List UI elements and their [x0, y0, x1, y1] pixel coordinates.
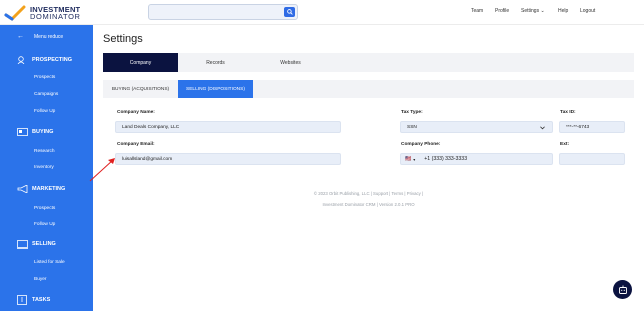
topnav-help[interactable]: Help: [558, 8, 568, 14]
sidebar-section-label: TASKS: [32, 297, 51, 303]
company-email-field[interactable]: luisallsland@gmail.com: [115, 153, 341, 165]
ext-label: Ext:: [560, 142, 570, 147]
logo[interactable]: INVESTMENT DOMINATOR: [4, 3, 81, 22]
search-button[interactable]: [284, 7, 295, 17]
tax-type-select[interactable]: SSN: [400, 121, 553, 133]
logo-icon: [4, 5, 26, 21]
buying-icon: [17, 128, 28, 136]
subtab-buying[interactable]: BUYING (ACQUISITIONS): [103, 80, 178, 98]
sidebar-section-label: MARKETING: [32, 186, 66, 192]
footer-copyright: © 2023 Orbit Publishing, LLC | Support |…: [313, 191, 424, 196]
arrow-left-icon: ←: [17, 33, 24, 40]
menu-reduce-label: Menu reduce: [34, 34, 64, 40]
sidebar-item-campaigns[interactable]: Campaigns: [0, 92, 93, 97]
sidebar-section-label: SELLING: [32, 241, 56, 247]
sidebar-section-marketing[interactable]: MARKETING: [0, 185, 93, 196]
tax-id-field[interactable]: ***-**-6743: [559, 121, 625, 133]
sidebar-section-tasks[interactable]: TASKS: [0, 295, 93, 307]
tasks-icon: [17, 295, 27, 305]
sidebar-item-research[interactable]: Research: [0, 149, 93, 154]
chevron-down-icon: [540, 125, 545, 129]
sidebar-section-selling[interactable]: SELLING: [0, 240, 93, 251]
tax-type-label: Tax Type:: [401, 110, 423, 115]
sidebar-section-label: PROSPECTING: [32, 57, 73, 63]
topnav-settings[interactable]: Settings ⌄: [521, 8, 545, 14]
ext-field[interactable]: [559, 153, 625, 165]
logo-text-line2: DOMINATOR: [30, 11, 81, 21]
sidebar-item-listed-for-sale[interactable]: Listed for Sale: [0, 260, 93, 265]
sidebar-item-inventory[interactable]: Inventory: [0, 165, 93, 170]
tab-websites[interactable]: Websites: [253, 53, 328, 72]
topnav-logout[interactable]: Logout: [580, 8, 595, 14]
sidebar-section-buying[interactable]: BUYING: [0, 128, 93, 139]
chat-button[interactable]: [613, 280, 632, 299]
sidebar-item-follow-up[interactable]: Follow Up: [0, 109, 93, 114]
tax-id-label: Tax ID:: [560, 110, 576, 115]
main-content: Settings Company Records Websites BUYING…: [89, 25, 644, 311]
tab-company[interactable]: Company: [103, 53, 178, 72]
company-phone-label: Company Phone:: [401, 142, 441, 147]
search-people-icon: [17, 56, 25, 64]
footer-version: Investment Dominator CRM | Version 2.0.1…: [322, 202, 415, 207]
subtab-selling[interactable]: SELLING (DISPOSITIONS): [178, 80, 253, 98]
sidebar-item-follow-up[interactable]: Follow Up: [0, 222, 93, 227]
country-dropdown-icon[interactable]: ▾: [413, 157, 415, 162]
company-name-field[interactable]: Land Deals Company, LLC: [115, 121, 341, 133]
company-email-label: Company Email:: [117, 142, 155, 147]
annotation-arrow: [89, 158, 115, 182]
selling-icon: [17, 240, 28, 249]
sidebar-item-buyer[interactable]: Buyer: [0, 277, 93, 282]
company-phone-field[interactable]: 🇺🇸 ▾ +1 (333) 333-3333: [400, 153, 553, 165]
us-flag-icon[interactable]: 🇺🇸: [405, 156, 411, 162]
settings-tabs: Company Records Websites: [103, 53, 634, 72]
page-title: Settings: [103, 33, 143, 45]
chat-bot-icon: [618, 285, 627, 294]
search-icon: [286, 9, 293, 15]
tab-records[interactable]: Records: [178, 53, 253, 72]
search-input[interactable]: [148, 4, 298, 20]
sidebar-item-prospects[interactable]: Prospects: [0, 206, 93, 211]
sidebar-item-prospects[interactable]: Prospects: [0, 75, 93, 80]
sidebar-section-prospecting[interactable]: PROSPECTING: [0, 56, 93, 67]
megaphone-icon: [17, 185, 28, 193]
tax-type-value: SSN: [407, 124, 417, 130]
company-phone-value: +1 (333) 333-3333: [424, 156, 468, 162]
sidebar-section-label: BUYING: [32, 129, 54, 135]
company-subtabs: BUYING (ACQUISITIONS) SELLING (DISPOSITI…: [103, 80, 634, 98]
topnav-profile[interactable]: Profile: [495, 8, 509, 14]
top-bar: INVESTMENT DOMINATOR Team Profile Settin…: [0, 0, 644, 25]
topnav-team[interactable]: Team: [471, 8, 483, 14]
company-name-label: Company Name:: [117, 110, 155, 115]
sidebar: ← Menu reduce PROSPECTING Prospects Camp…: [0, 25, 93, 311]
